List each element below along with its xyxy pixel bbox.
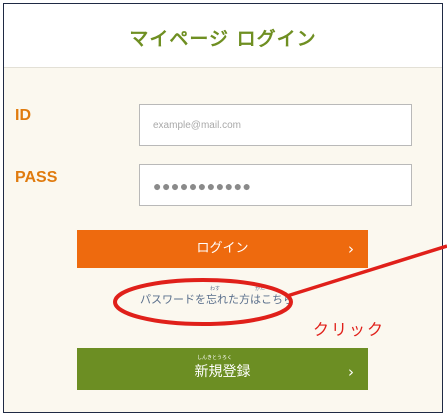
- annotation-pointer-line: [286, 244, 447, 298]
- register-button[interactable]: しんきとうろく 新規登録 ›: [77, 348, 368, 390]
- annotation-click-text: クリック: [313, 320, 386, 339]
- register-ruby: しんきとうろく: [197, 355, 233, 361]
- chevron-right-icon: ›: [348, 363, 354, 381]
- highlight-ellipse: [113, 278, 293, 326]
